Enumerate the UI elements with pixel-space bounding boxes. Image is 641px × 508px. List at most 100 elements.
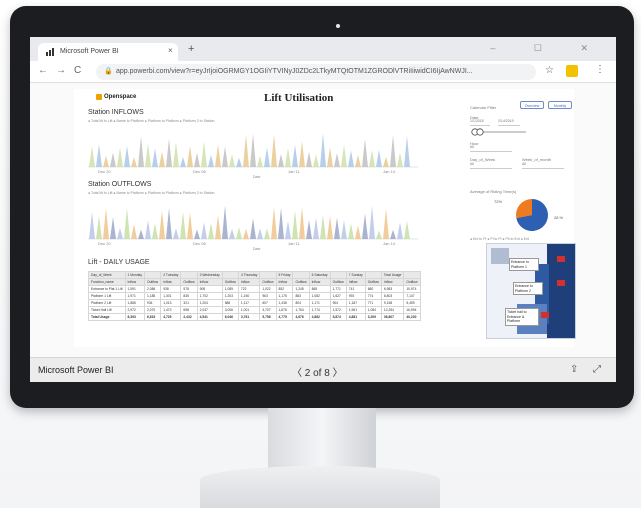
area-spike [250,218,256,239]
area-spike [243,228,249,239]
riding-time-pie-chart[interactable]: 72% 28 % [490,193,574,239]
area-spike [313,154,319,167]
area-spike [404,136,410,167]
page-navigator[interactable]: 〈 2 of 8 〉 [292,364,343,379]
table-header-row: Day_of_Week 1 Monday 2 Tuesday 3 Wednesday 4… [88,271,421,279]
day-of-week-dropdown[interactable]: All [470,162,512,169]
area-spike [222,205,228,239]
table-header-cell: 6 Saturday [308,271,331,279]
table-cell: 3,761 [237,313,261,321]
table-cell: 2,432 [180,313,198,321]
monitor-base [200,466,440,508]
lift-tag-entrance-platform-2: Entrance to Platform 2 [513,282,543,295]
area-spike [250,133,256,167]
table-header-cell: 1 Monday [124,271,146,279]
table-row: Platform 1 Lift 1,971 1,185 1,301 835 1,702 1,… [88,292,421,300]
date-to-field[interactable]: 2/14/2019 [498,119,520,126]
hour-dropdown[interactable]: All [470,145,512,152]
area-spike [103,155,109,167]
inflows-chart[interactable]: Dec 20 Dec 06 Jan 11 Jan 14 Date [88,127,418,179]
table-cell: 934 [144,299,162,307]
table-header-cell: 4 Thursday [237,271,261,279]
table-cell: 1,301 [160,292,182,300]
table-cell: 804 [292,299,310,307]
table-header-row: Function_name Inflow Outflow Inflow Outflow I… [88,278,421,286]
outflows-chart[interactable]: Dec 20 Dec 06 Jan 11 Jan 14 Date [88,199,418,251]
table-cell: 4,882 [308,313,331,321]
area-spike [110,152,116,167]
area-spike [117,227,123,239]
area-spike [89,146,95,167]
browser-tab[interactable]: Microsoft Power BI × [38,43,178,61]
share-icon[interactable]: ⇪ [570,364,578,375]
date-range-slider[interactable] [470,127,530,137]
area-spike [376,230,382,239]
area-spike [124,145,130,167]
x-tick-label: Dec 06 [193,169,206,174]
table-cell: 8,393 [124,313,146,321]
table-cell: 1,591 [124,285,146,293]
table-header-cell: 2 Tuesday [160,271,182,279]
window-controls[interactable]: – ☐ ✕ [490,43,606,54]
table-cell: Entrance to Plat 1 Lift [88,285,126,293]
table-cell: 6,046 [221,313,239,321]
extension-icon[interactable] [566,65,578,77]
table-cell: 5,758 [259,313,277,321]
table-cell: 1,082 [308,292,331,300]
area-spike [187,146,193,167]
x-tick-label: Jan 11 [288,241,300,246]
week-of-month-dropdown[interactable]: All [522,162,564,169]
table-cell: 938 [160,285,182,293]
area-spike [243,134,249,167]
tab-bar: Microsoft Power BI × + – ☐ ✕ [30,37,616,61]
table-cell: 1,171 [308,299,331,307]
table-cell: 1,150 [237,292,261,300]
menu-kebab-icon[interactable]: ⋮ [595,64,605,75]
table-cell: 321 [180,299,198,307]
table-cell: 1,754 [292,306,310,314]
area-spike [96,216,102,239]
area-spike [278,207,284,239]
area-spike [278,154,284,167]
date-from-field[interactable]: 1/1/2018 [470,119,490,126]
close-tab-icon[interactable]: × [168,46,173,55]
refresh-icon[interactable]: C [74,65,81,76]
area-spike [159,151,165,167]
table-cell: 698 [180,306,198,314]
back-icon[interactable]: ← [38,65,48,76]
new-tab-button[interactable]: + [188,43,194,55]
table-cell: 1,961 [345,306,366,314]
expand-icon[interactable]: ⤢ [593,364,601,375]
table-cell: 1,089 [221,285,239,293]
forward-icon[interactable]: → [56,65,66,76]
table-header-cell [329,271,347,279]
url-bar[interactable]: 🔒 app.powerbi.com/view?r=eyJrIjoiOGRMGY1… [96,64,536,80]
table-cell: Platform 2 Lift [88,299,126,307]
area-spike [187,212,193,239]
table-cell: 578 [180,285,198,293]
area-spike [299,207,305,239]
area-spike [334,217,340,239]
pie-slice[interactable] [516,199,532,218]
table-cell: 1,185 [144,292,162,300]
area-spike [341,144,347,167]
table-cell: 1,702 [196,292,223,300]
openspace-logo [96,94,102,100]
area-spike [166,138,172,167]
area-spike [173,141,179,167]
table-cell: 1,245 [292,285,310,293]
report-canvas: Openspace Lift Utilisation Station INFLO… [74,89,576,347]
table-total-row: Total Usage 8,393 6,815 4,725 2,432 4,541 6,04… [88,313,421,321]
table-header-cell: Outflow [221,278,239,286]
area-spike [208,223,214,239]
overview-button[interactable]: Overview [520,101,544,109]
monthly-button[interactable]: Monthly [548,101,572,109]
table-cell: 16,594 [403,306,421,314]
table-header-cell: 5 Friday [275,271,294,279]
table-header-cell [292,271,310,279]
table-header-cell: Outflow [144,278,162,286]
area-spike [320,133,326,167]
table-header-cell [180,271,198,279]
lift-tag-entrance-platform-1: Entrance to Platform 1 [509,258,539,271]
bookmark-star-icon[interactable]: ☆ [545,65,554,76]
